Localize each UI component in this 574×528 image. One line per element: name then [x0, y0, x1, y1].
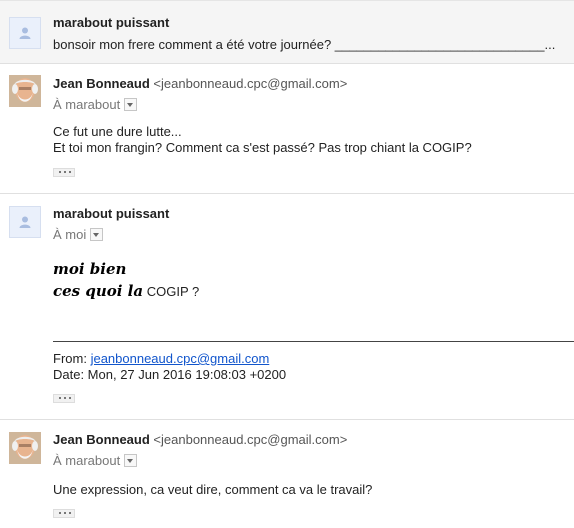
- recipient-line: À moi: [53, 227, 104, 242]
- message-body: Ce fut une dure lutte... Et toi mon fran…: [53, 124, 472, 156]
- recipient-line: À marabout: [53, 453, 138, 468]
- chevron-down-icon[interactable]: [90, 228, 104, 242]
- quoted-header: From: jeanbonneaud.cpc@gmail.com Date: M…: [53, 351, 286, 383]
- body-line: moi bien: [53, 260, 127, 278]
- show-trimmed-content-button[interactable]: [53, 509, 75, 518]
- sender-name: Jean Bonneaud: [53, 76, 150, 91]
- message-body: Une expression, ca veut dire, comment ca…: [53, 482, 372, 498]
- body-line: Ce fut une dure lutte...: [53, 124, 182, 139]
- recipient-line: À marabout: [53, 97, 138, 112]
- quote-date-line: Date: Mon, 27 Jun 2016 19:08:03 +0200: [53, 367, 287, 382]
- message-expanded-4: Jean Bonneaud <jeanbonneaud.cpc@gmail.co…: [0, 420, 574, 528]
- person-silhouette-icon: [9, 206, 41, 238]
- from-email-link[interactable]: jeanbonneaud.cpc@gmail.com: [91, 351, 270, 366]
- sender-email: <jeanbonneaud.cpc@gmail.com>: [153, 76, 348, 91]
- show-trimmed-content-button[interactable]: [53, 168, 75, 177]
- body-line: ces quoi la COGIP ?: [53, 282, 200, 300]
- message-snippet: bonsoir mon frere comment a été votre jo…: [53, 37, 556, 52]
- sender-email: <jeanbonneaud.cpc@gmail.com>: [153, 432, 348, 447]
- body-line: Une expression, ca veut dire, comment ca…: [53, 482, 373, 497]
- message-expanded-2: Jean Bonneaud <jeanbonneaud.cpc@gmail.co…: [0, 64, 574, 194]
- quote-divider: [53, 341, 574, 342]
- message-expanded-3: marabout puissant À moi moi bien ces quo…: [0, 194, 574, 420]
- sender-name: Jean Bonneaud: [53, 432, 150, 447]
- person-silhouette-icon: [9, 17, 41, 49]
- quote-from-line: From: jeanbonneaud.cpc@gmail.com: [53, 351, 270, 366]
- sender: marabout puissant: [53, 15, 169, 30]
- show-trimmed-content-button[interactable]: [53, 394, 75, 403]
- avatar: [9, 75, 41, 107]
- sender: marabout puissant: [53, 206, 169, 221]
- sender: Jean Bonneaud <jeanbonneaud.cpc@gmail.co…: [53, 432, 347, 447]
- chevron-down-icon[interactable]: [124, 98, 138, 112]
- recipient: À moi: [53, 227, 87, 242]
- message-collapsed-1[interactable]: marabout puissant bonsoir mon frere comm…: [0, 0, 574, 64]
- sender-name: marabout puissant: [53, 206, 170, 221]
- chevron-down-icon[interactable]: [124, 454, 138, 468]
- message-body: moi bien ces quoi la COGIP ?: [53, 258, 199, 303]
- body-line: Et toi mon frangin? Comment ca s'est pas…: [53, 140, 472, 155]
- sender-name: marabout puissant: [53, 15, 170, 30]
- sender: Jean Bonneaud <jeanbonneaud.cpc@gmail.co…: [53, 76, 347, 91]
- avatar: [9, 432, 41, 464]
- recipient: À marabout: [53, 453, 121, 468]
- recipient: À marabout: [53, 97, 121, 112]
